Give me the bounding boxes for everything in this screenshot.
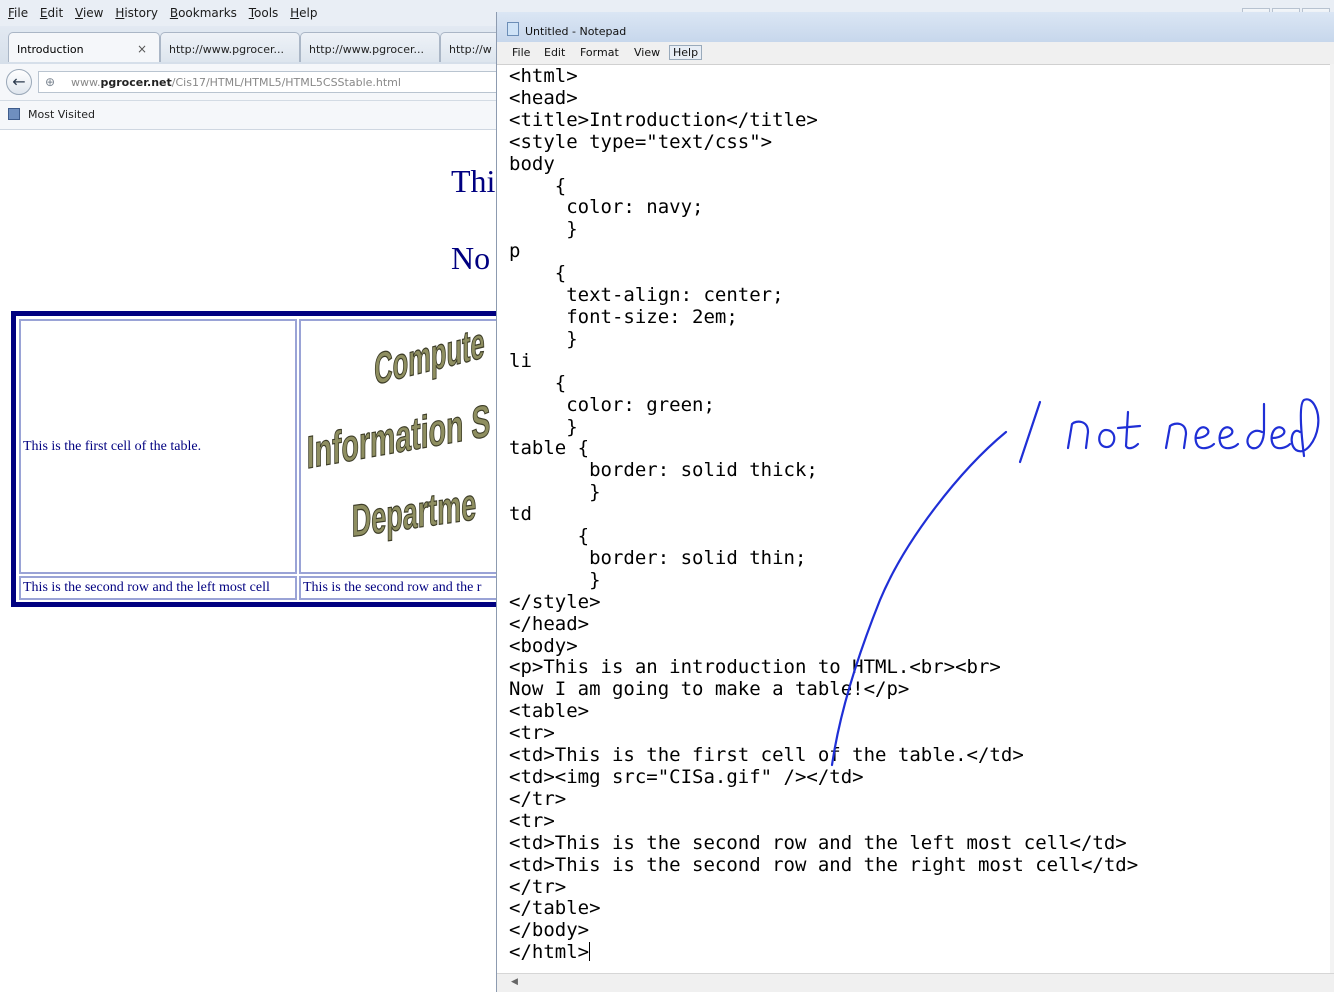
- bookmark-folder-icon: [8, 108, 20, 120]
- table-cell-text: This is the second row and the left most…: [23, 580, 270, 595]
- menu-history[interactable]: History: [115, 6, 158, 20]
- tab-label: http://www.pgrocer...: [309, 43, 424, 56]
- vertical-scrollbar[interactable]: [1330, 64, 1334, 974]
- horizontal-scrollbar[interactable]: ◀: [497, 973, 1334, 992]
- address-bar[interactable]: ⊕ www.pgrocer.net/Cis17/HTML/HTML5/HTML5…: [38, 71, 508, 93]
- menu-file[interactable]: File: [8, 6, 28, 20]
- tab-pgrocer-1[interactable]: http://www.pgrocer...: [160, 32, 300, 62]
- notepad-menu-edit[interactable]: Edit: [541, 46, 568, 59]
- menu-bookmarks[interactable]: Bookmarks: [170, 6, 237, 20]
- menu-help[interactable]: Help: [290, 6, 317, 20]
- notepad-menu-help[interactable]: Help: [669, 45, 703, 60]
- notepad-title: Untitled - Notepad: [525, 25, 627, 38]
- tab-introduction[interactable]: Introduction ×: [8, 32, 160, 62]
- tab-pgrocer-2[interactable]: http://www.pgrocer...: [300, 32, 440, 62]
- tab-label: http://www.pgrocer...: [169, 43, 284, 56]
- close-tab-icon[interactable]: ×: [137, 42, 147, 56]
- text-caret: [589, 942, 591, 962]
- url-text: www.pgrocer.net/Cis17/HTML/HTML5/HTML5CS…: [71, 76, 401, 89]
- menu-tools[interactable]: Tools: [249, 6, 279, 20]
- globe-icon: ⊕: [45, 75, 56, 89]
- scroll-left-icon[interactable]: ◀: [511, 977, 518, 987]
- table-cell-text: This is the second row and the r: [303, 580, 482, 595]
- back-button[interactable]: ←: [6, 69, 32, 95]
- back-arrow-icon: ←: [12, 72, 26, 91]
- menu-view[interactable]: View: [75, 6, 103, 20]
- notepad-code: <html> <head> <title>Introduction</title…: [509, 65, 1139, 964]
- html-table: This is the first cell of the table. Com…: [11, 311, 571, 607]
- cis-logo-image: Compute Information S Departme: [306, 331, 491, 547]
- table-cell-text: This is the first cell of the table.: [23, 439, 202, 454]
- notepad-icon: [507, 22, 519, 36]
- page-paragraph-line-2: No: [451, 240, 491, 276]
- table-cell-first: This is the first cell of the table.: [19, 319, 297, 574]
- notepad-menu-view[interactable]: View: [631, 46, 663, 59]
- svg-text:Departme: Departme: [352, 478, 476, 546]
- notepad-menu-format[interactable]: Format: [577, 46, 622, 59]
- tab-label: http://w: [449, 43, 492, 56]
- svg-text:Information S: Information S: [307, 395, 491, 479]
- notepad-menu-file[interactable]: File: [509, 46, 533, 59]
- bookmark-most-visited[interactable]: Most Visited: [28, 108, 95, 121]
- notepad-title-bar: Untitled - Notepad: [497, 12, 1334, 42]
- notepad-menubar: File Edit Format View Help: [497, 42, 1334, 65]
- menu-edit[interactable]: Edit: [40, 6, 63, 20]
- tab-label: Introduction: [17, 43, 84, 56]
- notepad-window: Untitled - Notepad File Edit Format View…: [496, 12, 1334, 992]
- svg-text:Compute: Compute: [374, 331, 484, 394]
- page-paragraph-line-1: Thi: [451, 163, 496, 199]
- table-cell-second-left: This is the second row and the left most…: [19, 576, 297, 600]
- notepad-text-area[interactable]: <html> <head> <title>Introduction</title…: [509, 65, 1329, 966]
